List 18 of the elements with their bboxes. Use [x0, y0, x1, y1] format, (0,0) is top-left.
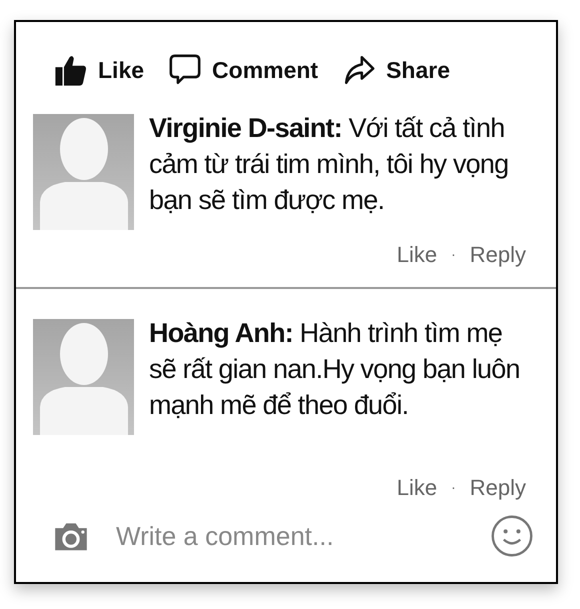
avatar-icon	[33, 114, 134, 230]
separator-dot: ·	[451, 478, 456, 497]
comment-input[interactable]: Write a comment...	[116, 516, 464, 556]
like-link[interactable]: Like	[396, 238, 438, 271]
avatar-icon	[33, 319, 134, 435]
speech-bubble-icon	[168, 53, 202, 87]
comment-button[interactable]: Comment	[168, 52, 318, 88]
reply-link[interactable]: Reply	[470, 238, 526, 271]
like-link[interactable]: Like	[396, 471, 438, 504]
thumbs-up-icon	[54, 53, 88, 87]
comment-text: Hoàng Anh: Hành trình tìm mẹ sẽ rất gian nan.Hy vọng bạn luôn mạnh mẽ để theo đuổi.	[149, 317, 521, 422]
share-arrow-icon	[342, 53, 376, 87]
reply-link[interactable]: Reply	[470, 471, 526, 504]
like-button[interactable]: Like	[54, 52, 144, 88]
separator-dot: ·	[451, 245, 456, 264]
share-button[interactable]: Share	[342, 52, 450, 88]
smiley-icon[interactable]	[490, 514, 534, 558]
comment-text: Virginie D-saint: Với tất cả tình cảm từ trái tim mình, tôi hy vọng bạn sẽ tìm được mẹ.	[149, 112, 510, 217]
